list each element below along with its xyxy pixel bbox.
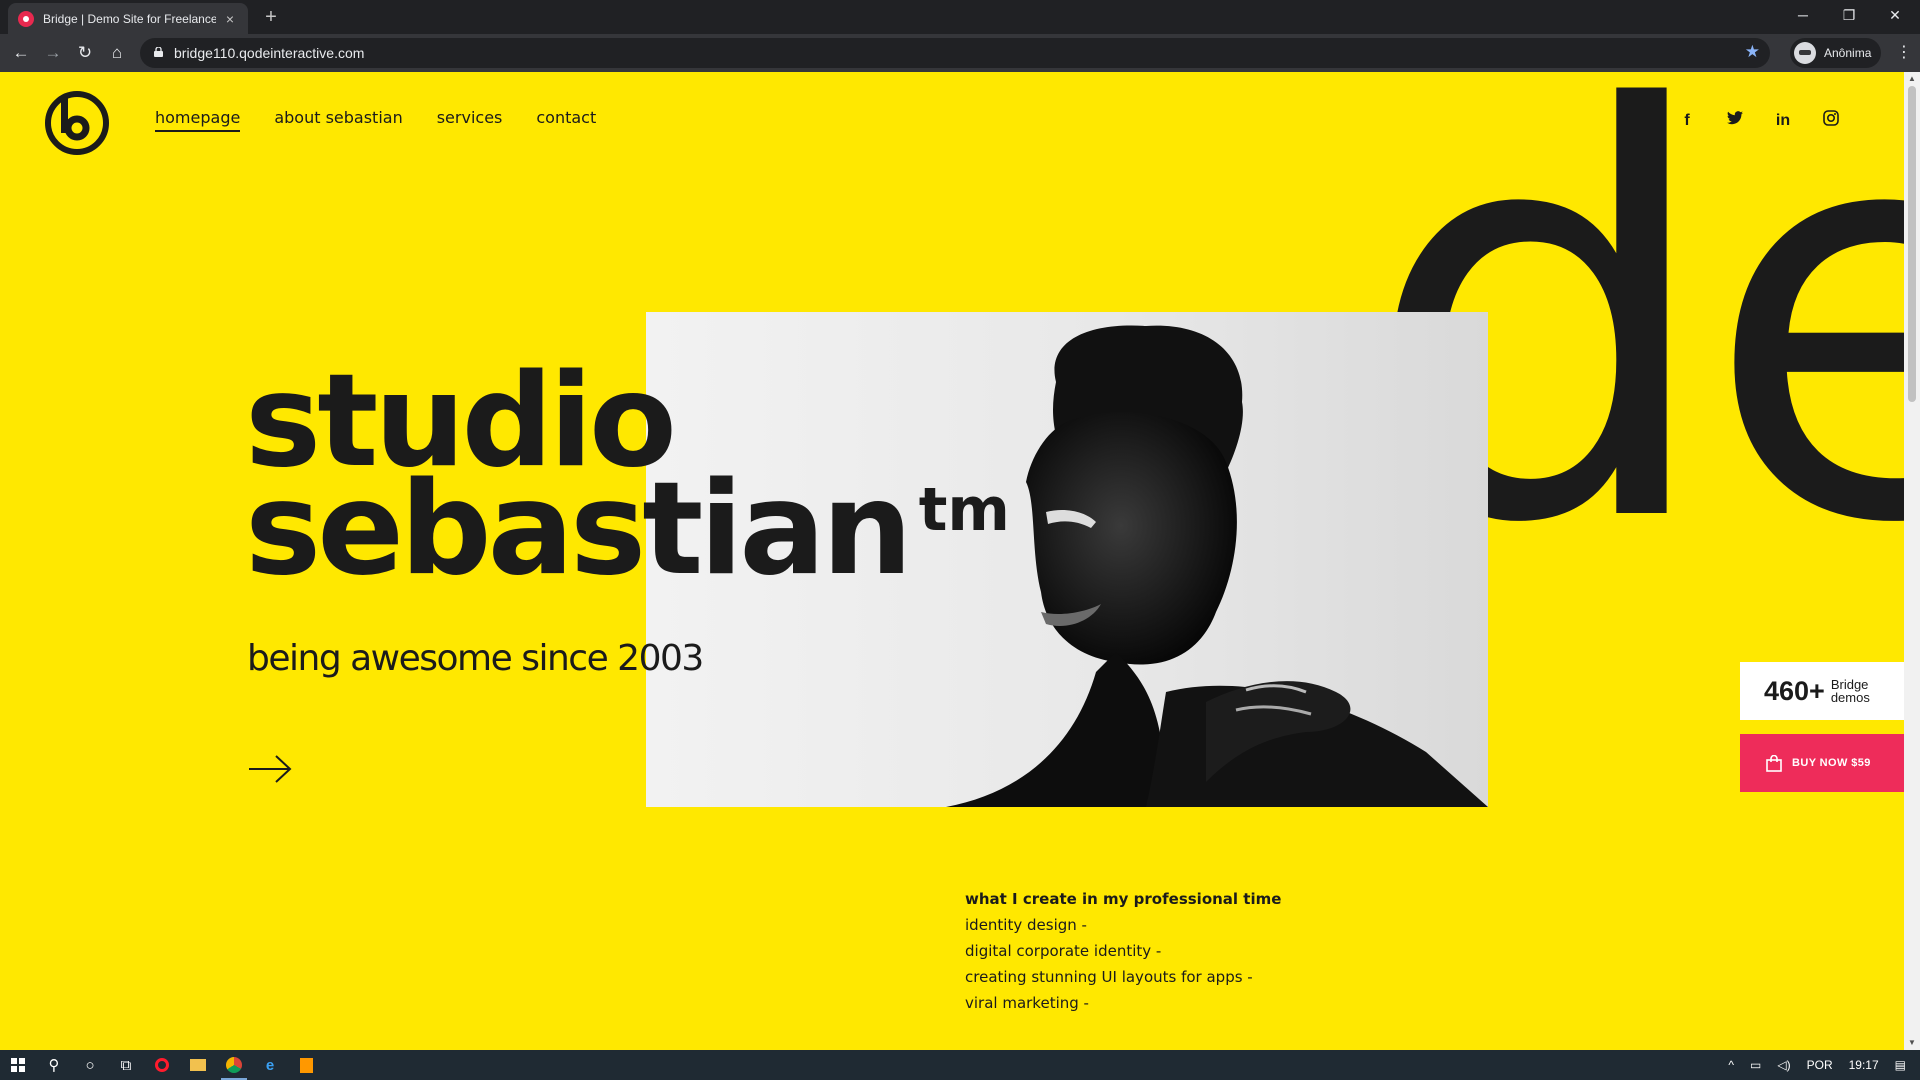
service-item: digital corporate identity - — [965, 942, 1162, 960]
notifications-icon[interactable]: ▤ — [1895, 1058, 1906, 1072]
hero-subtitle: being awesome since 2003 — [247, 638, 704, 679]
file-explorer-icon[interactable] — [180, 1050, 216, 1080]
buy-now-label: BUY NOW $59 — [1792, 757, 1871, 769]
nav-item-services[interactable]: services — [437, 108, 503, 132]
demos-label: Bridge demos — [1831, 678, 1870, 704]
sublime-text-icon[interactable] — [288, 1050, 324, 1080]
facebook-icon[interactable]: f — [1676, 110, 1698, 132]
main-navigation: homepage about sebastian services contac… — [155, 108, 596, 132]
hero-title: studio sebastian tm — [245, 358, 1010, 594]
nav-item-about-sebastian[interactable]: about sebastian — [274, 108, 402, 132]
profile-label: Anônima — [1824, 46, 1872, 60]
show-hidden-icons-icon[interactable]: ^ — [1728, 1058, 1734, 1072]
clock[interactable]: 19:17 — [1849, 1058, 1879, 1072]
instagram-icon[interactable] — [1820, 110, 1842, 132]
restore-button[interactable]: ❐ — [1826, 0, 1872, 30]
service-item: identity design - — [965, 916, 1087, 934]
home-icon[interactable]: ⌂ — [105, 41, 129, 65]
services-heading: what I create in my professional time — [965, 890, 1282, 908]
buy-now-button[interactable]: BUY NOW $59 — [1740, 734, 1904, 792]
windows-taskbar: ⚲ ○ ⧉ e ^ ▭ ◁) POR 19:17 ▤ — [0, 1050, 1920, 1080]
demos-count-card[interactable]: 460+ Bridge demos — [1740, 662, 1904, 720]
nav-item-contact[interactable]: contact — [536, 108, 596, 132]
site-favicon-icon — [18, 10, 34, 27]
arrow-right-icon[interactable] — [248, 754, 292, 784]
new-tab-button[interactable]: + — [258, 4, 284, 30]
address-bar[interactable]: bridge110.qodeinteractive.com ★ — [140, 38, 1770, 68]
services-list: what I create in my professional time id… — [965, 886, 1281, 1016]
windows-start-icon[interactable] — [0, 1050, 36, 1080]
close-window-button[interactable]: ✕ — [1872, 0, 1918, 30]
system-tray: ^ ▭ ◁) POR 19:17 ▤ — [1728, 1050, 1920, 1080]
trademark-superscript: tm — [918, 475, 1010, 545]
edge-icon[interactable]: e — [252, 1050, 288, 1080]
browser-menu-icon[interactable]: ⋮ — [1896, 42, 1912, 62]
browser-toolbar: ← → ↻ ⌂ bridge110.qodeinteractive.com ★ … — [0, 34, 1920, 72]
tab-title: Bridge | Demo Site for Freelancer — [43, 11, 216, 26]
url-text: bridge110.qodeinteractive.com — [174, 45, 365, 61]
nav-item-homepage[interactable]: homepage — [155, 108, 241, 132]
minimize-button[interactable]: ─ — [1780, 0, 1826, 30]
opera-icon[interactable] — [144, 1050, 180, 1080]
network-icon[interactable]: ▭ — [1750, 1058, 1761, 1072]
page-scrollbar[interactable]: ▲ ▼ — [1904, 72, 1920, 1050]
incognito-profile-button[interactable]: Anônima — [1790, 38, 1882, 68]
demos-count: 460+ — [1764, 675, 1825, 706]
browser-tab-strip: Bridge | Demo Site for Freelancer × + ─ … — [0, 0, 1920, 34]
scrollbar-thumb[interactable] — [1908, 86, 1916, 402]
demos-label-line2: demos — [1830, 690, 1870, 705]
forward-icon[interactable]: → — [41, 41, 65, 65]
language-indicator[interactable]: POR — [1807, 1058, 1833, 1072]
page-viewport: des homepage about sebastian services co… — [0, 72, 1904, 1050]
bookmark-star-icon[interactable]: ★ — [1745, 42, 1760, 62]
chrome-icon[interactable] — [216, 1050, 252, 1080]
back-icon[interactable]: ← — [9, 41, 33, 65]
hero-title-line2: sebastian — [245, 455, 913, 604]
volume-icon[interactable]: ◁) — [1777, 1058, 1790, 1072]
search-icon[interactable]: ⚲ — [36, 1050, 72, 1080]
service-item: creating stunning UI layouts for apps - — [965, 968, 1253, 986]
incognito-icon — [1794, 42, 1816, 64]
scroll-up-icon[interactable]: ▲ — [1904, 72, 1920, 86]
site-logo-icon[interactable] — [44, 90, 110, 156]
lock-icon — [154, 47, 163, 57]
tab-close-icon[interactable]: × — [222, 11, 238, 27]
shopping-bag-icon — [1766, 754, 1782, 772]
task-view-icon[interactable]: ⧉ — [108, 1050, 144, 1080]
social-links: f in — [1676, 110, 1842, 132]
scroll-down-icon[interactable]: ▼ — [1904, 1036, 1920, 1050]
cortana-icon[interactable]: ○ — [72, 1050, 108, 1080]
twitter-icon[interactable] — [1724, 110, 1746, 132]
service-item: viral marketing - — [965, 994, 1089, 1012]
browser-tab[interactable]: Bridge | Demo Site for Freelancer × — [8, 3, 248, 34]
linkedin-icon[interactable]: in — [1772, 110, 1794, 132]
reload-icon[interactable]: ↻ — [73, 41, 97, 65]
